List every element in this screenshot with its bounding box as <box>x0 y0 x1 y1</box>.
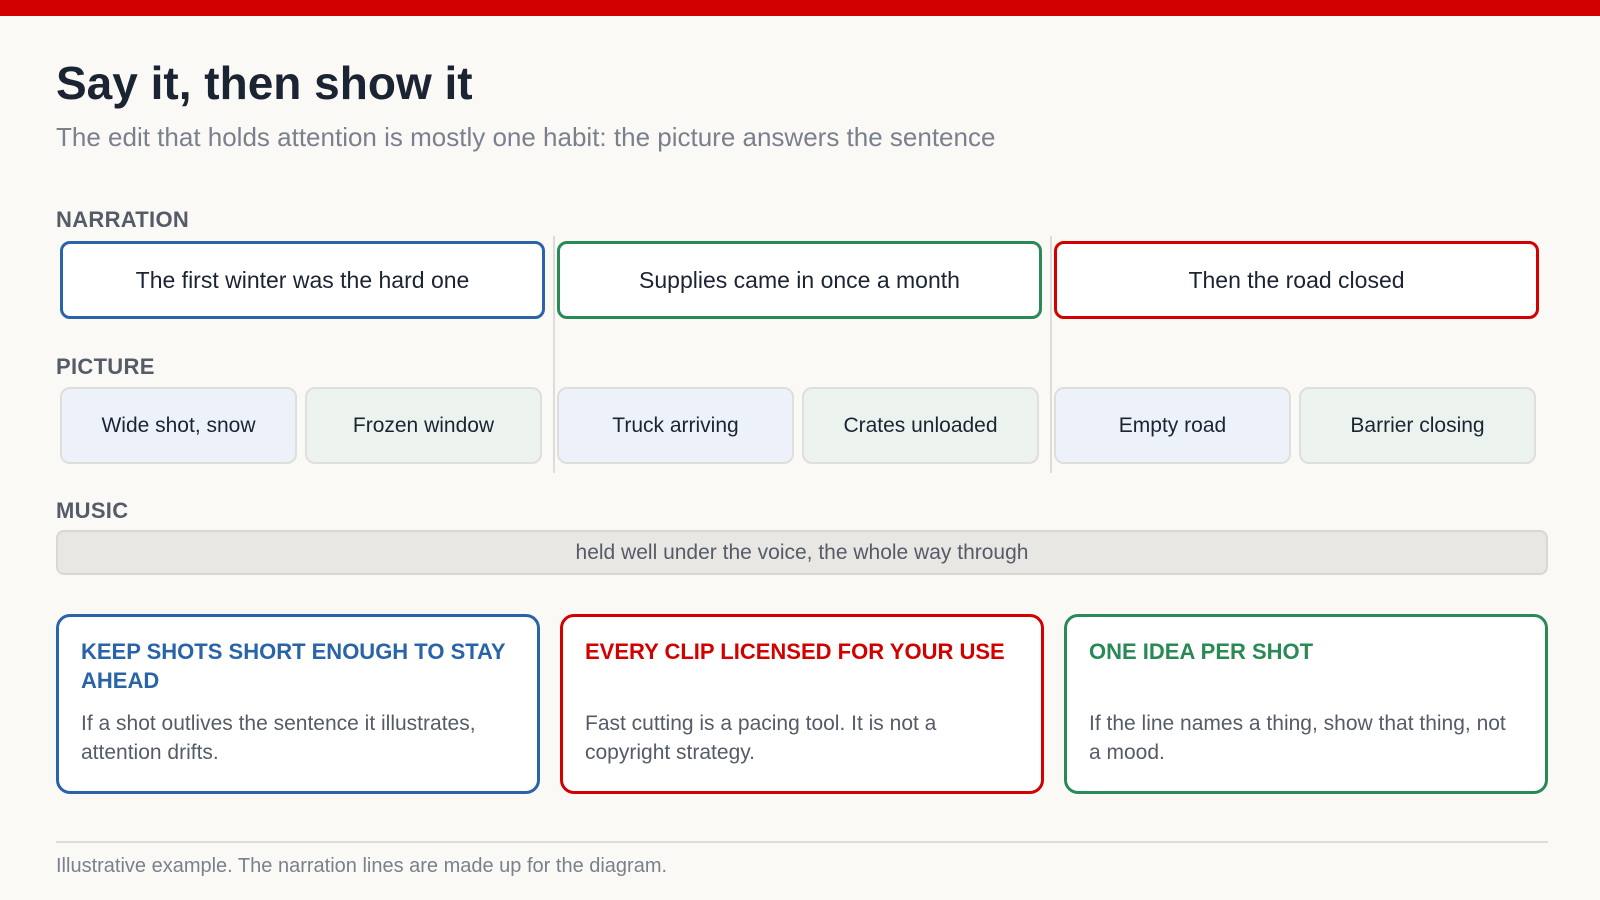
tip-card-title: EVERY CLIP LICENSED FOR YOUR USE <box>585 639 1005 664</box>
narration-row-label: NARRATION <box>56 207 190 232</box>
tip-card-body: If a shot outlives the sentence it illus… <box>81 712 476 764</box>
narration-box-1: The first winter was the hard one <box>60 241 545 319</box>
footer-divider <box>56 841 1548 843</box>
top-accent-bar <box>0 0 1600 16</box>
tip-card-body: Fast cutting is a pacing tool. It is not… <box>585 712 937 764</box>
picture-row-label: PICTURE <box>56 354 155 379</box>
narration-box-3: Then the road closed <box>1054 241 1539 319</box>
picture-box: Truck arriving <box>557 387 794 464</box>
picture-box: Empty road <box>1054 387 1291 464</box>
tip-card-body: If the line names a thing, show that thi… <box>1089 712 1506 764</box>
tip-card-3: ONE IDEA PER SHOT If the line names a th… <box>1064 614 1548 794</box>
music-row-label: MUSIC <box>56 498 129 523</box>
narration-box-2: Supplies came in once a month <box>557 241 1042 319</box>
tip-card-title: KEEP SHOTS SHORT ENOUGH TO STAY AHEAD <box>81 639 506 693</box>
page-title: Say it, then show it <box>56 57 473 109</box>
tip-card-1: KEEP SHOTS SHORT ENOUGH TO STAY AHEAD If… <box>56 614 540 794</box>
picture-box: Barrier closing <box>1299 387 1536 464</box>
picture-box: Crates unloaded <box>802 387 1039 464</box>
column-divider <box>553 236 555 473</box>
tip-card-2: EVERY CLIP LICENSED FOR YOUR USE Fast cu… <box>560 614 1044 794</box>
page-subtitle: The edit that holds attention is mostly … <box>56 122 996 152</box>
tip-card-title: ONE IDEA PER SHOT <box>1089 639 1314 664</box>
music-bar: held well under the voice, the whole way… <box>56 530 1548 575</box>
column-divider <box>1050 236 1052 473</box>
footer-note: Illustrative example. The narration line… <box>56 855 668 877</box>
picture-box: Wide shot, snow <box>60 387 297 464</box>
picture-box: Frozen window <box>305 387 542 464</box>
